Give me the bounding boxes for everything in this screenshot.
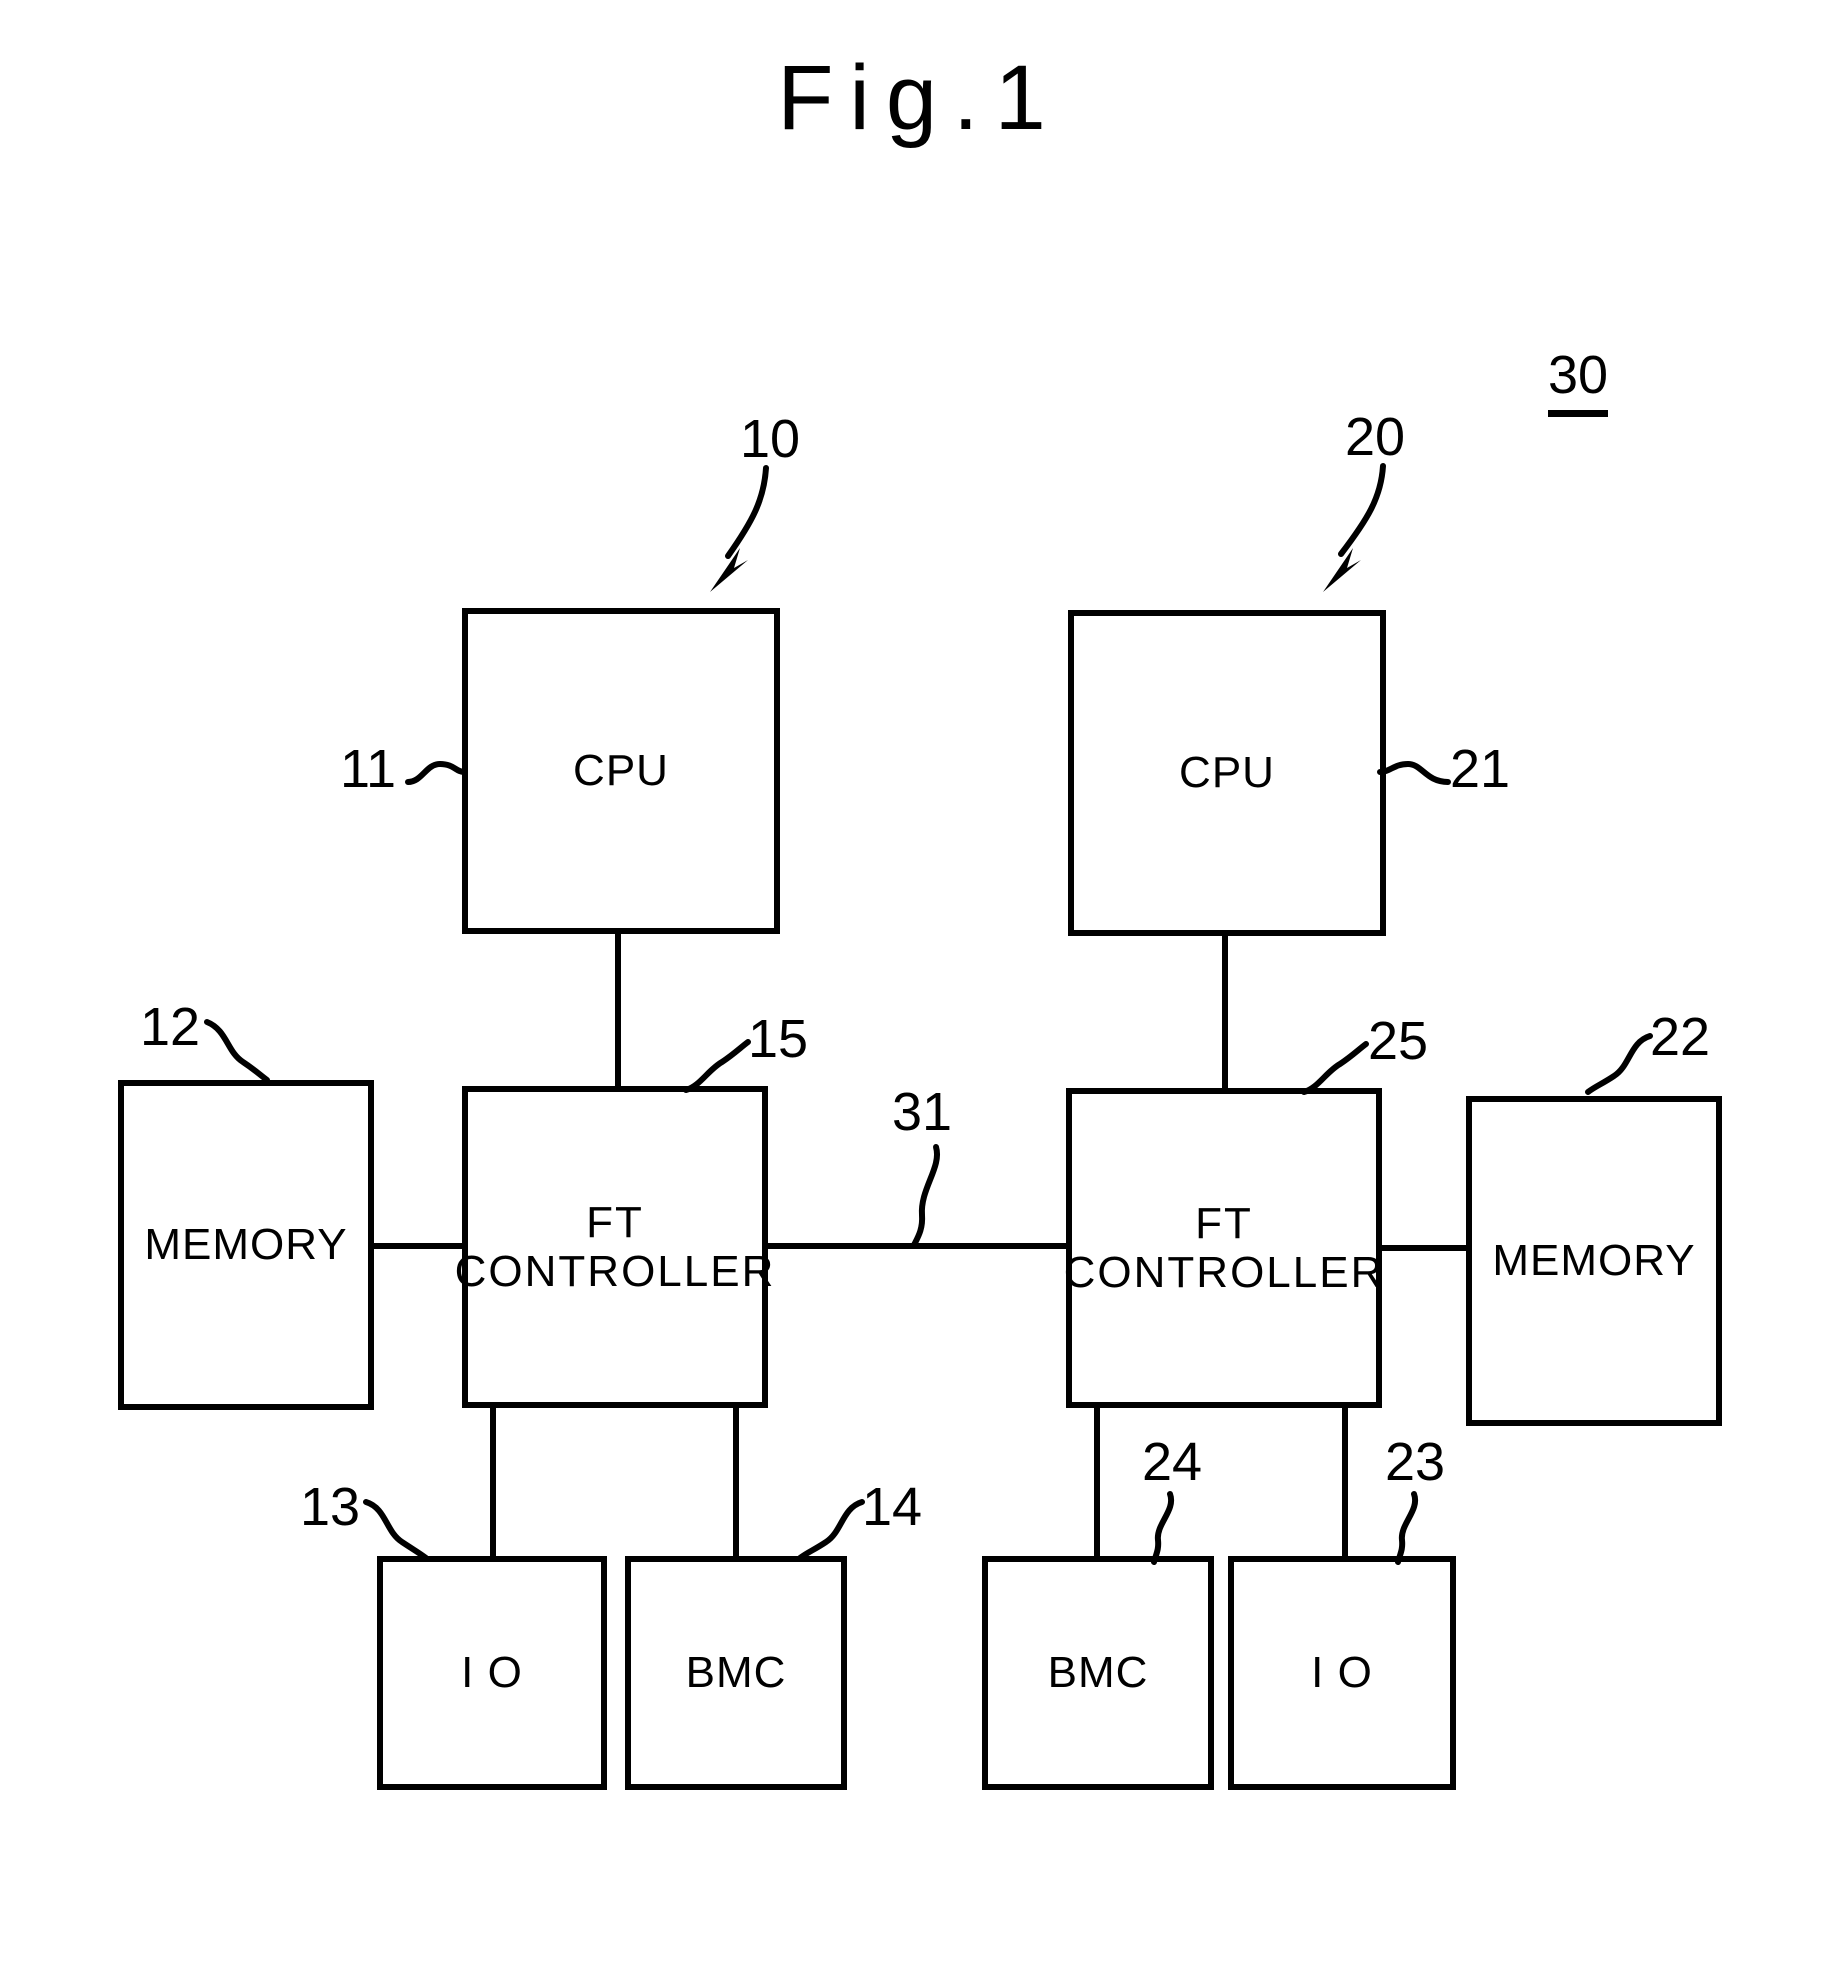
leader-ref-22 (1585, 1033, 1653, 1095)
box-cpu-left[interactable]: CPU (462, 608, 780, 934)
box-bmc-left[interactable]: BMC (625, 1556, 847, 1790)
box-cpu-right[interactable]: CPU (1068, 610, 1386, 936)
box-memory-left[interactable]: MEMORY (118, 1080, 374, 1410)
leader-ref-31 (911, 1144, 941, 1248)
box-io-left[interactable]: I O (377, 1556, 607, 1790)
connector-memory-ft-left (370, 1243, 466, 1249)
ref-30-system: 30 (1548, 348, 1609, 417)
box-io-left-label: I O (461, 1648, 523, 1698)
leader-ref-13 (363, 1499, 429, 1561)
leader-ref-21 (1377, 761, 1451, 785)
connector-ft-io-right (1342, 1402, 1348, 1558)
box-cpu-right-label: CPU (1179, 748, 1275, 798)
box-cpu-left-label: CPU (573, 746, 669, 796)
box-memory-left-label: MEMORY (144, 1220, 348, 1270)
box-ft-controller-right-label: FT CONTROLLER (1063, 1198, 1385, 1297)
box-bmc-left-label: BMC (685, 1648, 787, 1698)
leader-ref-23 (1395, 1491, 1419, 1565)
figure-title: Fig.1 (777, 47, 1062, 149)
ref-15-ft-left: 15 (748, 1009, 809, 1069)
box-io-right[interactable]: I O (1228, 1556, 1456, 1790)
leader-ref-12 (204, 1019, 270, 1083)
ref-20-node-right: 20 (1345, 407, 1406, 467)
ref-21-cpu-right: 21 (1450, 739, 1511, 799)
leader-arrow-ref-20 (1323, 463, 1386, 592)
connector-ft-bmc-right (1094, 1402, 1100, 1558)
connector-cpu-ft-left (615, 930, 621, 1090)
box-ft-controller-left-label: FT CONTROLLER (454, 1197, 776, 1296)
leader-ref-11 (405, 761, 467, 785)
box-io-right-label: I O (1311, 1648, 1373, 1698)
figure-canvas: Fig.1 30 10 20 CPU 11 MEMORY 12 FT CONTR… (0, 0, 1839, 1964)
ref-10-node-left: 10 (740, 409, 801, 469)
box-bmc-right[interactable]: BMC (982, 1556, 1214, 1790)
ref-22-memory-right: 22 (1650, 1007, 1711, 1067)
connector-ft-bmc-left (733, 1402, 739, 1560)
connector-ft-memory-right (1378, 1245, 1472, 1251)
leader-ref-24 (1151, 1491, 1175, 1565)
leader-arrow-ref-10 (710, 465, 769, 592)
ref-31-interconnect: 31 (892, 1082, 953, 1142)
ref-25-ft-right: 25 (1368, 1011, 1429, 1071)
box-ft-controller-left[interactable]: FT CONTROLLER (455, 1086, 773, 1408)
ref-12-memory-left: 12 (140, 997, 201, 1057)
ref-13-io-left: 13 (300, 1477, 361, 1537)
connector-ft-io-left (490, 1402, 496, 1560)
box-bmc-right-label: BMC (1047, 1648, 1149, 1698)
leader-ref-14 (797, 1499, 865, 1561)
ref-14-bmc-left: 14 (862, 1477, 923, 1537)
ref-11-cpu-left: 11 (340, 739, 397, 799)
ref-24-bmc-right: 24 (1142, 1432, 1203, 1492)
ref-23-io-right: 23 (1385, 1432, 1446, 1492)
box-memory-right[interactable]: MEMORY (1466, 1096, 1722, 1426)
connector-cpu-ft-right (1222, 932, 1228, 1090)
box-memory-right-label: MEMORY (1492, 1236, 1696, 1286)
box-ft-controller-right[interactable]: FT CONTROLLER (1063, 1088, 1385, 1408)
